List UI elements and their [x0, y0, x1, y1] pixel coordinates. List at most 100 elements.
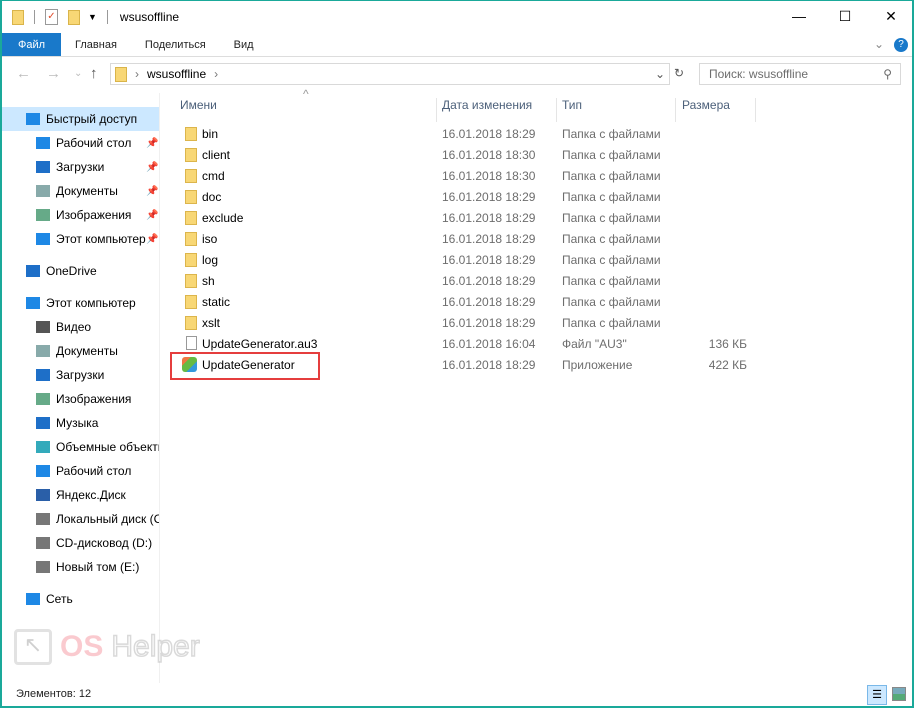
pin-icon[interactable]: 📌 — [146, 162, 158, 173]
column-divider[interactable] — [675, 98, 676, 122]
file-row[interactable]: sh 16.01.2018 18:29 Папка с файлами — [162, 270, 902, 291]
file-name[interactable]: doc — [202, 190, 221, 204]
music-icon — [36, 417, 50, 429]
status-item-count: Элементов: 12 — [16, 688, 92, 700]
address-dropdown-icon[interactable]: ⌄ — [655, 67, 665, 81]
sidebar-item[interactable]: Документы — [2, 339, 159, 363]
maximize-button[interactable]: ☐ — [822, 1, 868, 31]
documents-icon — [36, 185, 50, 197]
details-view-button[interactable]: ☰ — [867, 685, 887, 705]
file-name[interactable]: bin — [202, 127, 218, 141]
tab-home[interactable]: Главная — [61, 33, 131, 56]
refresh-button[interactable]: ↻ — [674, 66, 684, 80]
file-date: 16.01.2018 18:29 — [442, 295, 536, 309]
file-row[interactable]: client 16.01.2018 18:30 Папка с файлами — [162, 144, 902, 165]
properties-icon[interactable]: ✓ — [45, 9, 58, 25]
file-row[interactable]: log 16.01.2018 18:29 Папка с файлами — [162, 249, 902, 270]
sidebar-item[interactable]: Яндекс.Диск — [2, 483, 159, 507]
sidebar-item[interactable]: Этот компьютер 📌 — [2, 227, 159, 251]
close-button[interactable]: ✕ — [868, 1, 914, 31]
explorer-window: ✓ ▼ wsusoffline — ☐ ✕ Файл Главная Подел… — [0, 0, 914, 708]
file-size: 136 КБ — [708, 337, 747, 351]
sidebar-item[interactable]: Изображения 📌 — [2, 203, 159, 227]
back-button[interactable]: ← — [16, 65, 31, 82]
file-name[interactable]: sh — [202, 274, 215, 288]
file-row[interactable]: bin 16.01.2018 18:29 Папка с файлами — [162, 123, 902, 144]
search-icon[interactable]: ⚲ — [883, 67, 892, 81]
tab-share[interactable]: Поделиться — [131, 33, 220, 56]
column-divider[interactable] — [436, 98, 437, 122]
sidebar-item[interactable]: Новый том (E:) — [2, 555, 159, 579]
sidebar-item[interactable]: Рабочий стол — [2, 459, 159, 483]
file-name[interactable]: UpdateGenerator.au3 — [202, 337, 317, 351]
column-divider[interactable] — [755, 98, 756, 122]
pin-icon[interactable]: 📌 — [146, 210, 158, 221]
sidebar-item[interactable]: Изображения — [2, 387, 159, 411]
file-name[interactable]: cmd — [202, 169, 225, 183]
sidebar-item[interactable]: Рабочий стол 📌 — [2, 131, 159, 155]
file-date: 16.01.2018 18:29 — [442, 190, 536, 204]
column-type[interactable]: Тип — [562, 98, 582, 112]
navigation-pane: Быстрый доступ Рабочий стол 📌 Загрузки 📌 Доку… — [2, 93, 160, 683]
watermark-logo: ↖ OS Helper — [14, 629, 200, 665]
recent-locations-button[interactable]: ⌄ — [74, 68, 82, 79]
pin-icon[interactable]: 📌 — [146, 138, 158, 149]
forward-button[interactable]: → — [46, 65, 61, 82]
sidebar-item[interactable]: Документы 📌 — [2, 179, 159, 203]
sidebar-item-label: Документы — [56, 184, 118, 198]
tab-view[interactable]: Вид — [220, 33, 268, 56]
sidebar-item[interactable]: Сеть — [2, 587, 159, 611]
up-button[interactable]: ↑ — [90, 65, 98, 82]
file-name[interactable]: exclude — [202, 211, 243, 225]
sidebar-item[interactable]: Видео — [2, 315, 159, 339]
customize-quick-access-icon[interactable]: ▼ — [88, 12, 97, 22]
address-bar[interactable]: › wsusoffline › ⌄ — [110, 63, 670, 85]
file-name[interactable]: iso — [202, 232, 217, 246]
divider — [34, 10, 35, 24]
star-icon — [26, 113, 40, 125]
pin-icon[interactable]: 📌 — [146, 234, 158, 245]
sidebar-item[interactable]: Объемные объекты — [2, 435, 159, 459]
file-name[interactable]: xslt — [202, 316, 220, 330]
file-row[interactable]: UpdateGenerator.au3 16.01.2018 16:04 Фай… — [162, 333, 902, 354]
pin-icon[interactable]: 📌 — [146, 186, 158, 197]
file-row[interactable]: iso 16.01.2018 18:29 Папка с файлами — [162, 228, 902, 249]
sidebar-item[interactable]: Музыка — [2, 411, 159, 435]
documents-icon — [36, 345, 50, 357]
file-row[interactable]: xslt 16.01.2018 18:29 Папка с файлами — [162, 312, 902, 333]
column-name[interactable]: Имени — [180, 98, 217, 112]
minimize-button[interactable]: — — [776, 1, 822, 31]
sidebar-item-label: Рабочий стол — [56, 464, 132, 478]
breadcrumb-wsusoffline[interactable]: wsusoffline — [147, 67, 206, 81]
sidebar-item[interactable]: Локальный диск (C:) — [2, 507, 159, 531]
file-row[interactable]: static 16.01.2018 18:29 Папка с файлами — [162, 291, 902, 312]
file-row[interactable]: exclude 16.01.2018 18:29 Папка с файлами — [162, 207, 902, 228]
large-icons-view-button[interactable] — [892, 687, 906, 701]
sidebar-item[interactable]: Загрузки 📌 — [2, 155, 159, 179]
drive-icon — [36, 513, 50, 525]
yandex-disk-icon — [36, 489, 50, 501]
help-icon[interactable]: ? — [894, 38, 908, 52]
folder-icon — [185, 253, 197, 267]
sidebar-item[interactable]: CD-дисковод (D:) — [2, 531, 159, 555]
column-divider[interactable] — [556, 98, 557, 122]
sidebar-item[interactable]: Быстрый доступ — [2, 107, 159, 131]
file-name[interactable]: static — [202, 295, 230, 309]
file-row[interactable]: doc 16.01.2018 18:29 Папка с файлами — [162, 186, 902, 207]
sidebar-item[interactable]: Этот компьютер — [2, 291, 159, 315]
tab-file[interactable]: Файл — [2, 33, 62, 56]
file-name[interactable]: log — [202, 253, 218, 267]
sidebar-item[interactable]: Загрузки — [2, 363, 159, 387]
file-row[interactable]: cmd 16.01.2018 18:30 Папка с файлами — [162, 165, 902, 186]
sidebar-item[interactable]: OneDrive — [2, 259, 159, 283]
column-size[interactable]: Размера — [682, 98, 730, 112]
file-date: 16.01.2018 18:29 — [442, 274, 536, 288]
window-title: wsusoffline — [119, 10, 180, 24]
breadcrumb-chevron[interactable]: › — [214, 67, 218, 81]
file-name[interactable]: client — [202, 148, 230, 162]
search-input[interactable]: Поиск: wsusoffline ⚲ — [699, 63, 901, 85]
expand-ribbon-icon[interactable]: ⌄ — [874, 37, 884, 51]
download-icon — [36, 161, 50, 173]
column-date[interactable]: Дата изменения — [442, 98, 532, 112]
new-folder-icon[interactable] — [68, 9, 80, 25]
